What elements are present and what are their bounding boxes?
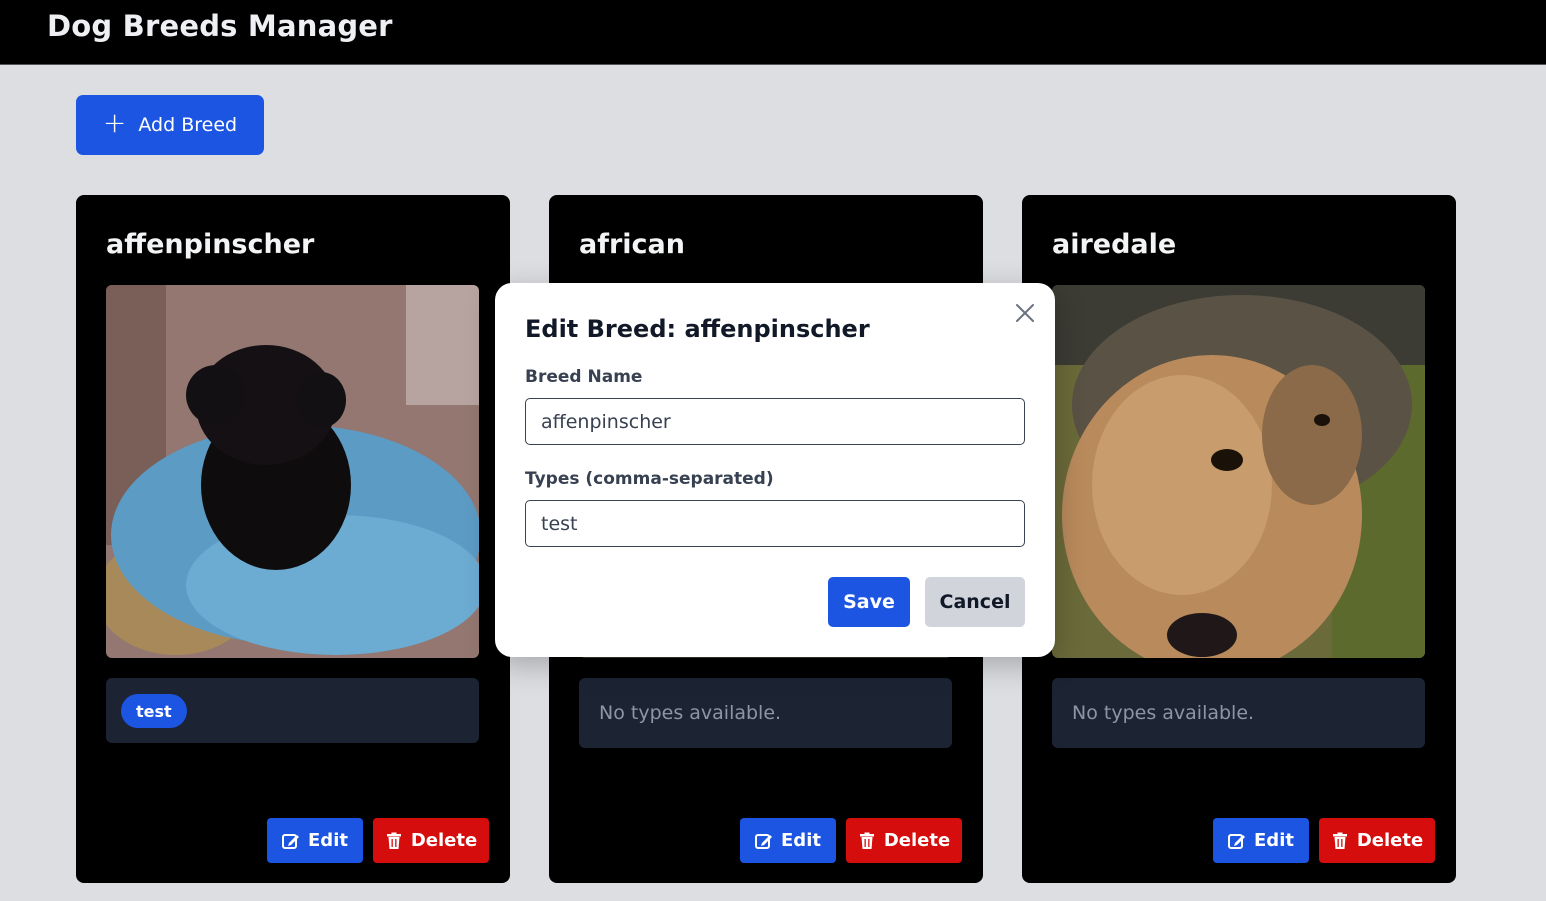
breed-name-label: Breed Name bbox=[525, 367, 643, 387]
edit-label: Edit bbox=[308, 830, 348, 851]
app-title: Dog Breeds Manager bbox=[47, 9, 393, 43]
edit-button[interactable]: Edit bbox=[267, 818, 363, 863]
no-types-text: No types available. bbox=[1072, 702, 1255, 724]
types-box: No types available. bbox=[1052, 678, 1425, 748]
delete-label: Delete bbox=[410, 830, 478, 851]
add-breed-button[interactable]: + Add Breed bbox=[76, 95, 264, 155]
delete-button[interactable]: Delete bbox=[1319, 818, 1435, 863]
type-tag[interactable]: test bbox=[121, 694, 187, 728]
breed-image bbox=[106, 285, 479, 658]
breed-title: airedale bbox=[1052, 229, 1177, 260]
breed-title: affenpinscher bbox=[106, 229, 315, 260]
edit-icon bbox=[755, 833, 773, 849]
types-input[interactable] bbox=[525, 500, 1025, 547]
breed-title: african bbox=[579, 229, 685, 260]
trash-icon bbox=[386, 832, 401, 849]
add-breed-label: Add Breed bbox=[138, 114, 238, 136]
breed-card: airedale No types available. Edit Delete bbox=[1022, 195, 1456, 883]
save-button[interactable]: Save bbox=[828, 577, 910, 627]
edit-label: Edit bbox=[781, 830, 821, 851]
plus-icon: + bbox=[102, 106, 127, 139]
edit-icon bbox=[282, 833, 300, 849]
delete-label: Delete bbox=[883, 830, 951, 851]
types-box: test bbox=[106, 678, 479, 743]
types-label: Types (comma-separated) bbox=[525, 469, 774, 489]
edit-icon bbox=[1228, 833, 1246, 849]
close-icon[interactable] bbox=[1013, 301, 1037, 325]
edit-label: Edit bbox=[1254, 830, 1294, 851]
delete-button[interactable]: Delete bbox=[373, 818, 489, 863]
delete-label: Delete bbox=[1356, 830, 1424, 851]
edit-button[interactable]: Edit bbox=[740, 818, 836, 863]
top-bar: Dog Breeds Manager bbox=[0, 0, 1546, 65]
modal-title: Edit Breed: affenpinscher bbox=[525, 315, 870, 343]
cancel-button[interactable]: Cancel bbox=[925, 577, 1025, 627]
trash-icon bbox=[859, 832, 874, 849]
trash-icon bbox=[1332, 832, 1347, 849]
edit-button[interactable]: Edit bbox=[1213, 818, 1309, 863]
types-box: No types available. bbox=[579, 678, 952, 748]
breed-card: affenpinscher test Edit Delete bbox=[76, 195, 510, 883]
no-types-text: No types available. bbox=[599, 702, 782, 724]
edit-breed-modal: Edit Breed: affenpinscher Breed Name Typ… bbox=[495, 283, 1055, 657]
delete-button[interactable]: Delete bbox=[846, 818, 962, 863]
breed-image bbox=[1052, 285, 1425, 658]
breed-name-input[interactable] bbox=[525, 398, 1025, 445]
